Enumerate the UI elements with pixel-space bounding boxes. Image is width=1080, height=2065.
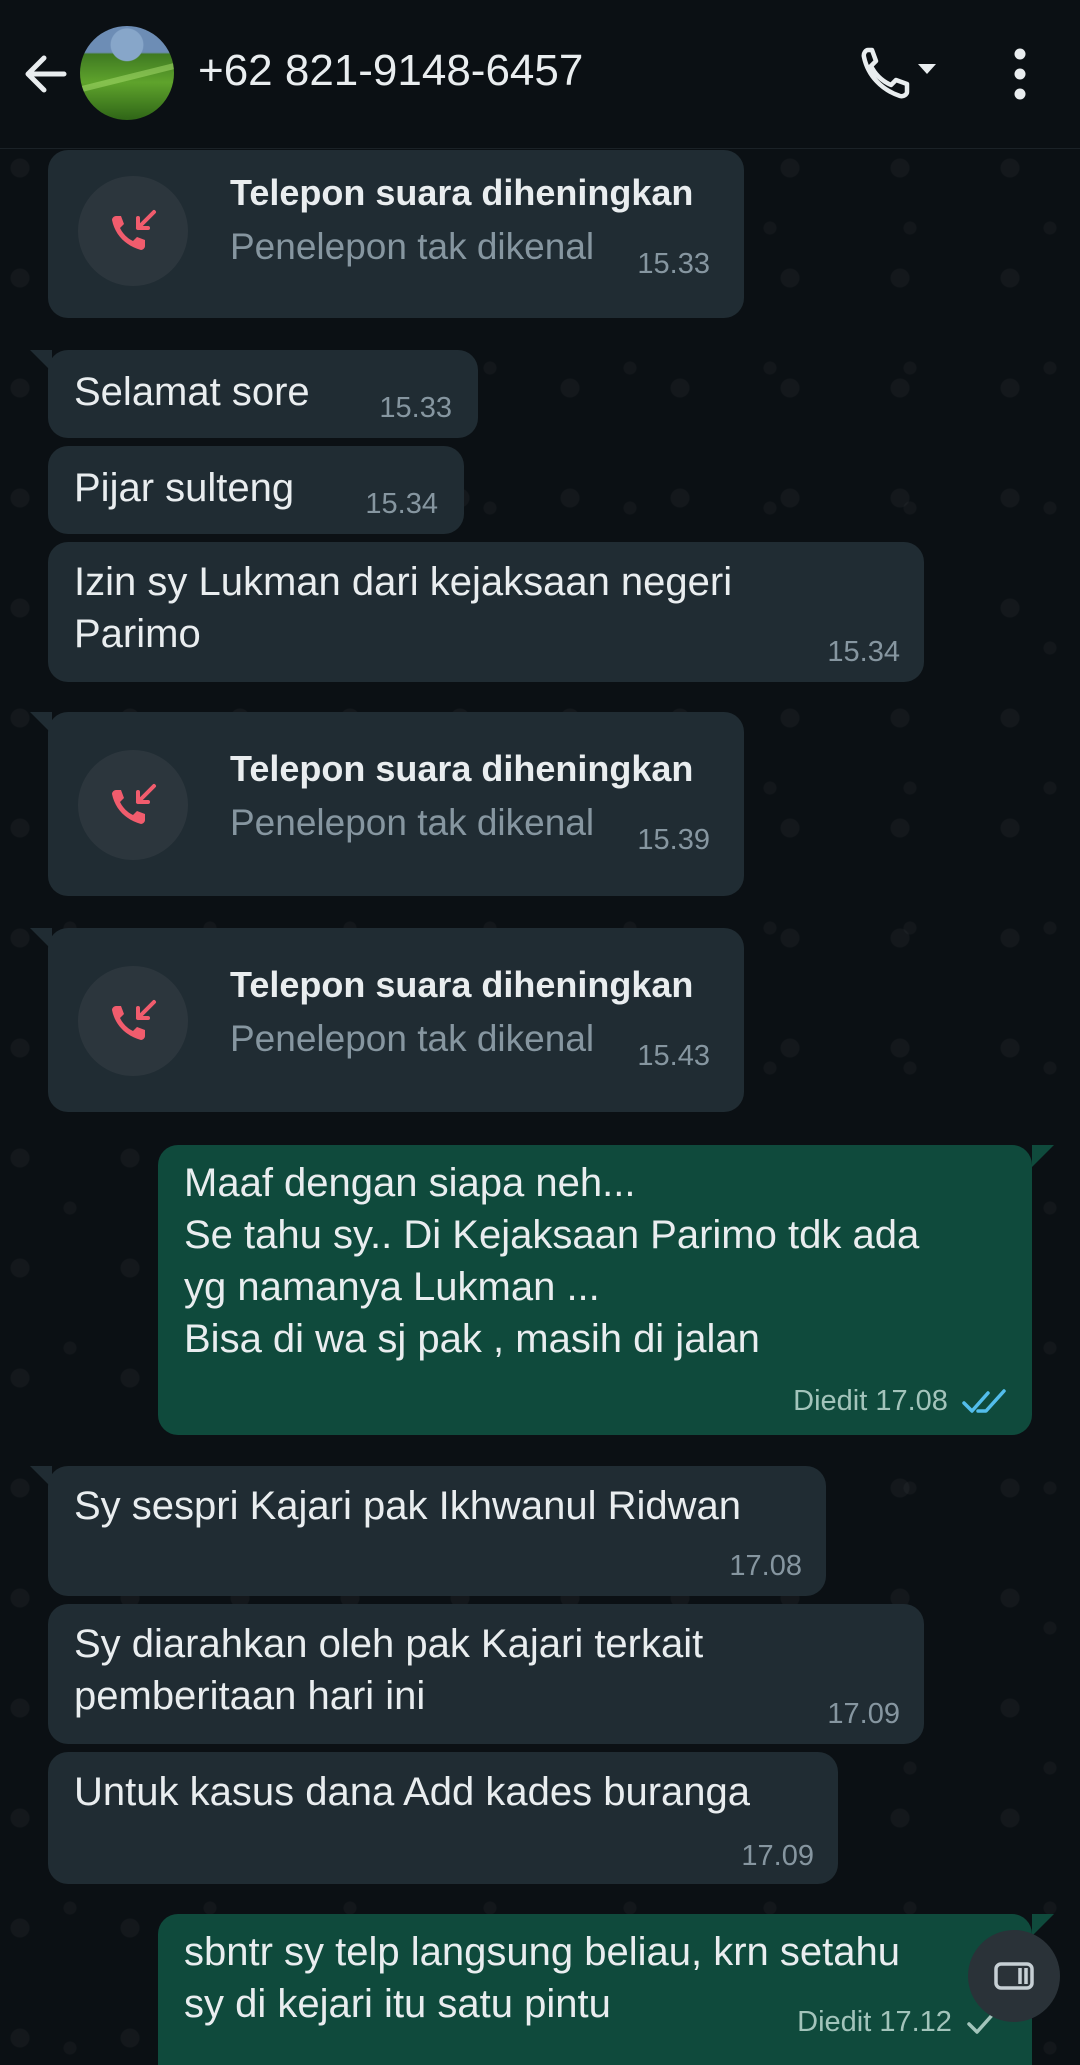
incoming-message[interactable]: Sy sespri Kajari pak Ikhwanul Ridwan 17.… xyxy=(48,1466,826,1596)
missed-call-icon xyxy=(112,1000,156,1040)
missed-call-icon xyxy=(112,210,156,250)
incoming-message[interactable]: Sy diarahkan oleh pak Kajari terkait pem… xyxy=(48,1604,924,1744)
call-subtitle: Penelepon tak dikenal xyxy=(230,226,595,267)
double-check-read-icon xyxy=(962,1389,1006,1414)
more-options-button[interactable] xyxy=(1000,46,1040,102)
call-title: Telepon suara diheningkan xyxy=(230,964,694,1005)
missed-call-card[interactable]: Telepon suara diheningkan Penelepon tak … xyxy=(48,712,744,896)
message-time: 15.43 xyxy=(637,1040,710,1072)
incoming-message[interactable]: Untuk kasus dana Add kades buranga 17.09 xyxy=(48,1752,838,1884)
missed-call-card[interactable]: Telepon suara diheningkan Penelepon tak … xyxy=(48,928,744,1112)
message-text: Selamat sore xyxy=(74,370,310,414)
missed-call-icon-circle xyxy=(78,750,188,860)
call-title: Telepon suara diheningkan xyxy=(230,172,694,213)
contact-avatar[interactable] xyxy=(80,26,174,120)
message-time: 15.34 xyxy=(365,488,438,520)
back-button[interactable] xyxy=(18,46,74,102)
incoming-message[interactable]: Selamat sore 15.33 xyxy=(48,350,478,438)
missed-call-card[interactable]: Telepon suara diheningkan Penelepon tak … xyxy=(48,150,744,318)
message-time: 17.08 xyxy=(729,1550,802,1582)
message-time: Diedit 17.08 xyxy=(793,1385,1008,1418)
call-subtitle: Penelepon tak dikenal xyxy=(230,802,595,843)
call-title: Telepon suara diheningkan xyxy=(230,748,694,789)
message-time: 15.33 xyxy=(379,392,452,424)
message-time: 15.39 xyxy=(637,824,710,856)
message-text: Izin sy Lukman dari kejaksaan negeri Par… xyxy=(74,560,733,656)
missed-call-icon-circle xyxy=(78,966,188,1076)
phone-dropdown-icon xyxy=(861,47,936,99)
outgoing-message[interactable]: sbntr sy telp langsung beliau, krn setah… xyxy=(158,1914,1032,2065)
message-text: Sy diarahkan oleh pak Kajari terkait pem… xyxy=(74,1622,704,1718)
message-time: 17.09 xyxy=(741,1840,814,1872)
floating-window-button[interactable] xyxy=(968,1930,1060,2022)
arrow-left-icon xyxy=(25,55,67,93)
chat-header: +62 821-9148-6457 xyxy=(0,0,1080,149)
outgoing-message[interactable]: Maaf dengan siapa neh... Se tahu sy.. Di… xyxy=(158,1145,1032,1435)
message-text: Maaf dengan siapa neh... Se tahu sy.. Di… xyxy=(184,1161,920,1361)
incoming-message[interactable]: Pijar sulteng 15.34 xyxy=(48,446,464,534)
message-text: Untuk kasus dana Add kades buranga xyxy=(74,1770,751,1814)
voice-call-button[interactable] xyxy=(858,42,944,102)
message-time: 15.34 xyxy=(827,636,900,668)
missed-call-icon xyxy=(112,784,156,824)
more-vertical-icon xyxy=(1014,48,1026,100)
bubble-tail xyxy=(1032,1145,1054,1167)
message-text: Sy sespri Kajari pak Ikhwanul Ridwan xyxy=(74,1484,741,1528)
message-time-label: Diedit 17.08 xyxy=(793,1385,948,1417)
message-text: sbntr sy telp langsung beliau, krn setah… xyxy=(184,1930,900,2026)
message-time: 17.09 xyxy=(827,1698,900,1730)
message-text: Pijar sulteng xyxy=(74,466,295,510)
contact-name[interactable]: +62 821-9148-6457 xyxy=(198,46,583,96)
incoming-message[interactable]: Izin sy Lukman dari kejaksaan negeri Par… xyxy=(48,542,924,682)
message-time-label: Diedit 17.12 xyxy=(797,2006,952,2038)
picture-in-picture-icon xyxy=(994,1962,1034,1990)
call-subtitle: Penelepon tak dikenal xyxy=(230,1018,595,1059)
missed-call-icon-circle xyxy=(78,176,188,286)
message-time: 15.33 xyxy=(637,248,710,280)
